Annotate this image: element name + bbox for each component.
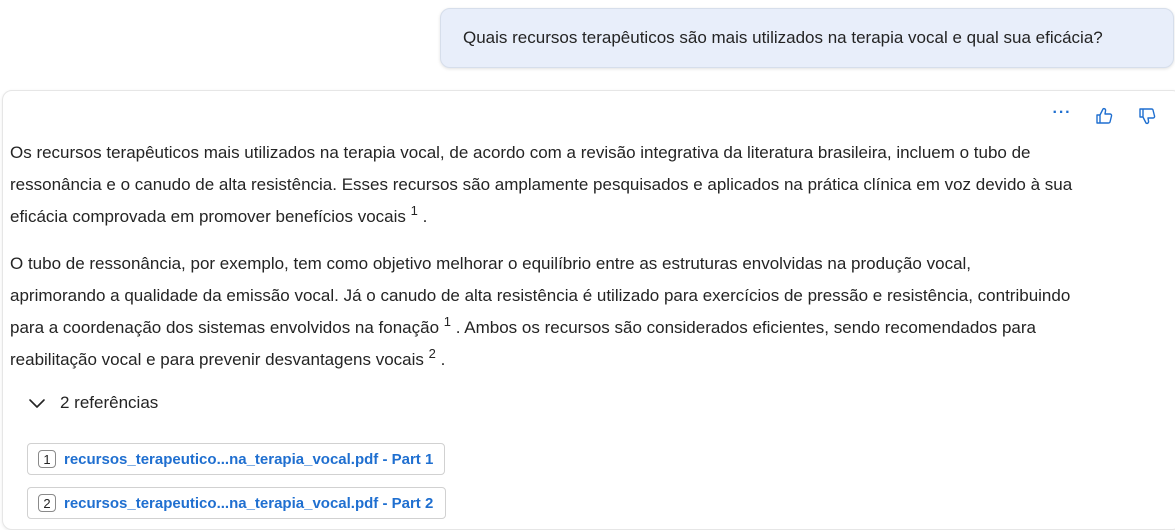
reference-number: 2 (38, 494, 56, 512)
paragraph-line-with-citation: eficácia comprovada em promover benefíci… (10, 201, 1175, 233)
thumbs-down-icon (1139, 108, 1156, 125)
citation-marker[interactable]: 2 (429, 346, 436, 361)
chevron-down-icon (29, 399, 45, 408)
paragraph-end: . (440, 350, 446, 369)
thumbs-down-button[interactable] (1135, 104, 1159, 128)
paragraph-line-with-citation: reabilitação vocal e para prevenir desva… (10, 344, 1175, 376)
paragraph-end: . (422, 207, 428, 226)
reference-chip-1[interactable]: 1 recursos_terapeutico...na_terapia_voca… (27, 443, 445, 475)
thumbs-up-icon (1096, 107, 1113, 124)
paragraph-line-with-citation: para a coordenação dos sistemas envolvid… (10, 312, 1175, 344)
response-paragraph-1: Os recursos terapêuticos mais utilizados… (10, 137, 1175, 233)
response-actions: ··· (1040, 104, 1170, 128)
paragraph-line: O tubo de ressonância, por exemplo, tem … (10, 254, 972, 273)
paragraph-text: para a coordenação dos sistemas envolvid… (10, 318, 440, 337)
paragraph-text: reabilitação vocal e para prevenir desva… (10, 350, 424, 369)
paragraph-text: eficácia comprovada em promover benefíci… (10, 207, 406, 226)
reference-number: 1 (38, 450, 56, 468)
paragraph-line: Os recursos terapêuticos mais utilizados… (10, 143, 1031, 162)
reference-link[interactable]: recursos_terapeutico...na_terapia_vocal.… (64, 495, 433, 512)
citation-marker[interactable]: 1 (444, 314, 451, 329)
user-message-row: Quais recursos terapêuticos são mais uti… (0, 0, 1175, 80)
paragraph-text: . Ambos os recursos são considerados efi… (455, 318, 1036, 337)
references-toggle-label: 2 referências (60, 393, 159, 412)
reference-link[interactable]: recursos_terapeutico...na_terapia_vocal.… (64, 451, 433, 468)
more-options-icon: ··· (1052, 104, 1072, 121)
user-message-bubble: Quais recursos terapêuticos são mais uti… (440, 8, 1174, 68)
user-message-text: Quais recursos terapêuticos são mais uti… (463, 28, 1103, 47)
citation-marker[interactable]: 1 (411, 203, 418, 218)
paragraph-line: ressonância e o canudo de alta resistênc… (10, 175, 1073, 194)
reference-chip-2[interactable]: 2 recursos_terapeutico...na_terapia_voca… (27, 487, 446, 519)
response-paragraph-2: O tubo de ressonância, por exemplo, tem … (10, 248, 1175, 376)
references-toggle[interactable]: 2 referências (28, 388, 158, 418)
paragraph-line: aprimorando a qualidade da emissão vocal… (10, 286, 1071, 305)
more-options-button[interactable]: ··· (1050, 104, 1074, 128)
thumbs-up-button[interactable] (1092, 104, 1116, 128)
